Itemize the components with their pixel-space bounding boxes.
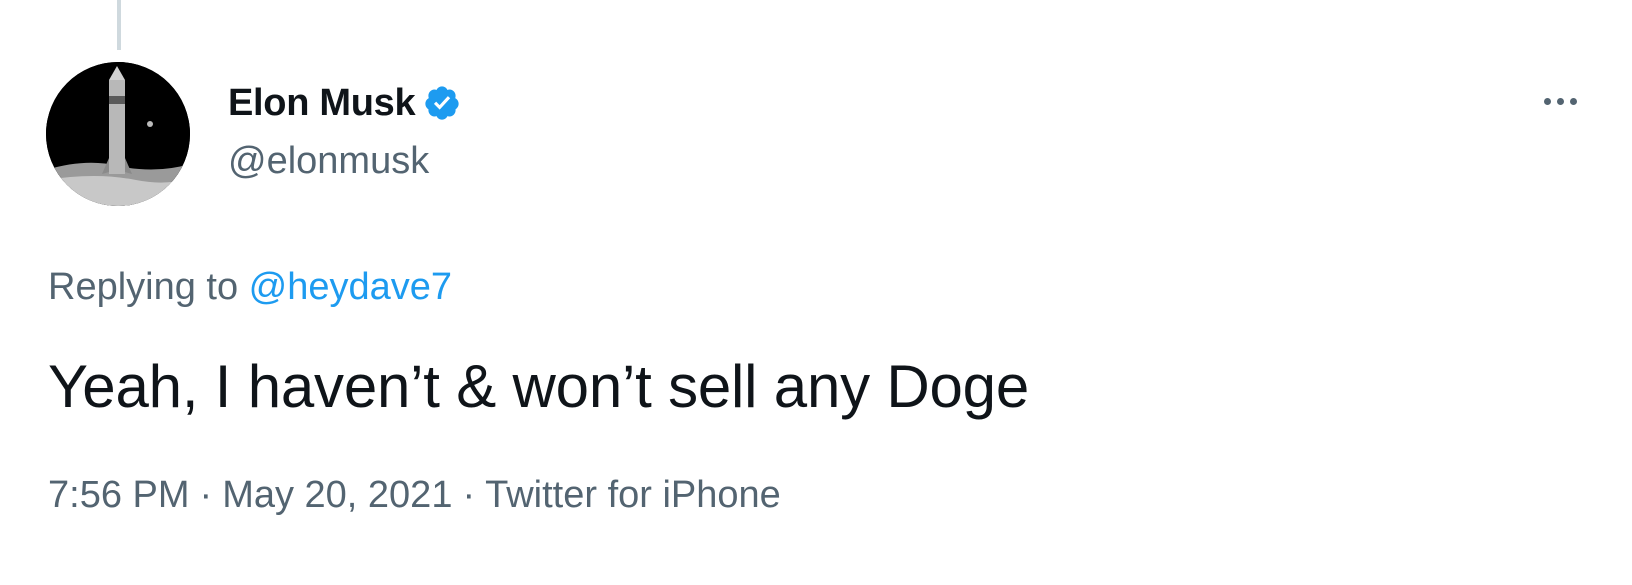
tweet-date[interactable]: May 20, 2021 (222, 474, 452, 516)
author-handle[interactable]: @elonmusk (228, 140, 429, 183)
verified-badge-icon (425, 86, 459, 120)
tweet-meta: 7:56 PM · May 20, 2021 · Twitter for iPhone (48, 474, 781, 517)
tweet-source[interactable]: Twitter for iPhone (485, 474, 781, 516)
meta-separator: · (462, 474, 476, 516)
reply-mention-link[interactable]: @heydave7 (249, 266, 452, 308)
more-options-button[interactable] (1530, 86, 1590, 116)
more-options-icon-dot (1543, 97, 1551, 105)
tweet-time[interactable]: 7:56 PM (48, 474, 190, 516)
author-name-row: Elon Musk (228, 78, 461, 128)
more-options-icon-dot (1556, 97, 1564, 105)
author-display-name[interactable]: Elon Musk (228, 82, 416, 125)
avatar[interactable] (46, 62, 190, 206)
reply-context-prefix: Replying to (48, 266, 249, 308)
more-options-icon-dot (1569, 97, 1577, 105)
starship-on-moon-avatar-icon (46, 62, 190, 206)
tweet-text: Yeah, I haven’t & won’t sell any Doge (48, 353, 1030, 420)
meta-separator: · (199, 474, 213, 516)
thread-connector-line (117, 0, 121, 50)
reply-context: Replying to @heydave7 (48, 266, 452, 309)
